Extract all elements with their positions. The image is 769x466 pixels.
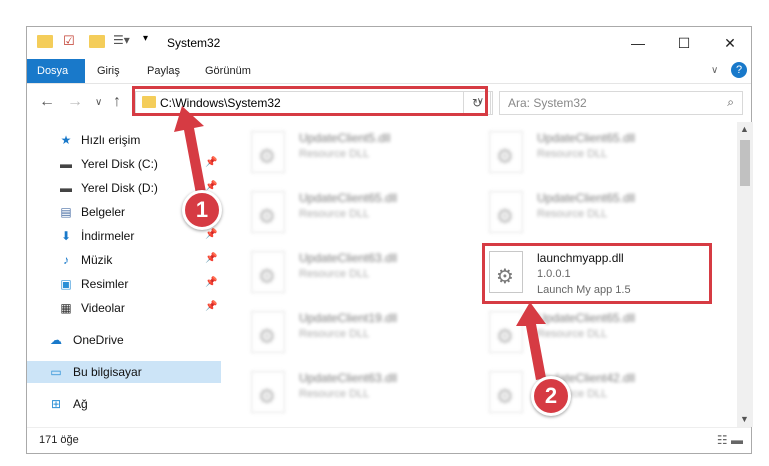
annotation-badge-1: 1 xyxy=(182,190,222,230)
arrow-1 xyxy=(174,106,206,194)
annotation-badge-2: 2 xyxy=(531,376,571,416)
annotation-arrows xyxy=(174,106,546,380)
arrow-2 xyxy=(516,302,546,380)
